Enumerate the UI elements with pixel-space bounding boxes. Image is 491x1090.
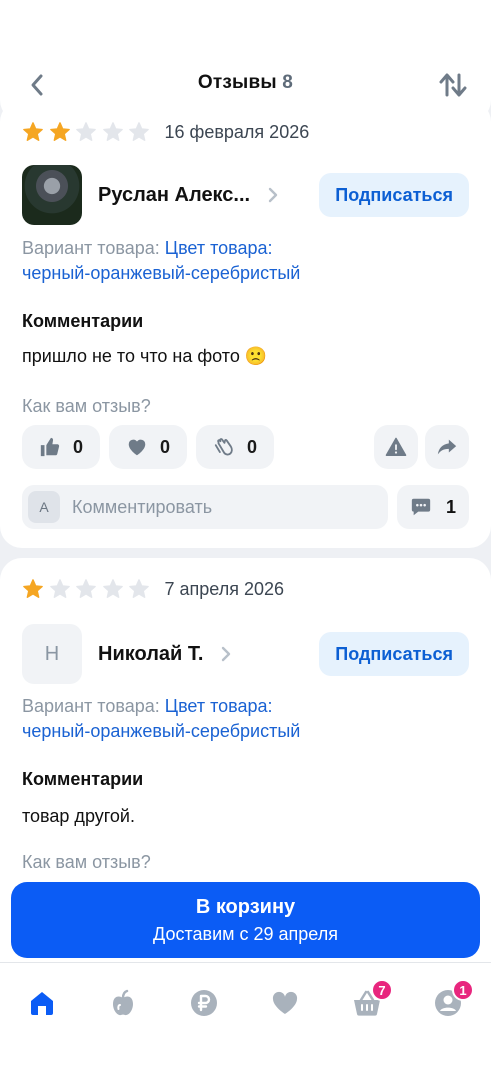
avatar[interactable] <box>22 165 82 225</box>
chat-bubble-icon <box>411 498 431 516</box>
subscribe-button[interactable]: Подписаться <box>319 632 469 676</box>
variant-label: Вариант товара: <box>22 696 160 716</box>
rating-row: 16 февраля 2026 <box>22 120 309 144</box>
tab-cart[interactable]: 7 <box>345 979 393 1025</box>
star-filled-icon <box>23 122 43 141</box>
add-to-cart-label: В корзину <box>195 895 296 918</box>
review-date: 16 февраля 2026 <box>164 121 310 142</box>
tab-finance[interactable] <box>182 981 226 1025</box>
star-empty-icon <box>129 579 149 598</box>
heart-count: 0 <box>159 436 170 457</box>
top-bar: Отзывы 8 <box>0 0 491 122</box>
star-filled-icon <box>23 579 43 598</box>
variant-value[interactable]: Цвет товара: <box>165 696 273 716</box>
cart-panel: В корзину Доставим с 29 апреля <box>0 872 491 968</box>
tab-favorites[interactable] <box>263 981 307 1025</box>
review-card: 16 февраля 2026 Руслан Алекс... Подписат… <box>0 100 491 548</box>
variant-label: Вариант товара: <box>22 238 160 258</box>
comment-input[interactable]: А Комментировать <box>22 485 388 529</box>
clapping-hands-icon <box>214 438 233 456</box>
apple-icon <box>113 989 133 1016</box>
star-empty-icon <box>76 579 96 598</box>
star-empty-icon <box>102 579 123 598</box>
author-row: Руслан Алекс... Подписаться <box>22 165 469 225</box>
page-title-text: Отзывы <box>197 72 277 93</box>
star-empty-icon <box>129 122 149 141</box>
author-name[interactable]: Николай Т. <box>98 643 203 666</box>
variant-value-color[interactable]: черный-оранжевый-серебристый <box>22 721 300 741</box>
star-empty-icon <box>102 122 123 141</box>
author-name[interactable]: Руслан Алекс... <box>98 184 250 207</box>
rating-stars <box>22 121 155 143</box>
add-to-cart-button[interactable]: В корзину Доставим с 29 апреля <box>11 882 480 958</box>
like-count: 0 <box>72 436 83 457</box>
star-empty-icon <box>76 122 96 141</box>
clap-count: 0 <box>246 436 257 457</box>
heart-icon <box>128 439 146 456</box>
tab-profile[interactable]: 1 <box>426 979 474 1025</box>
review-date: 7 апреля 2026 <box>164 578 285 599</box>
star-empty-icon <box>49 579 70 598</box>
review-comment: пришло не то что на фото 🙁 <box>22 346 268 366</box>
review-comment: товар другой. <box>22 806 135 826</box>
product-variant: Вариант товара: Цвет товара: черный-оран… <box>22 236 469 286</box>
reactions-row: 0 0 0 <box>22 425 469 469</box>
chevron-right-icon <box>268 187 278 203</box>
variant-value-color[interactable]: черный-оранжевый-серебристый <box>22 263 300 283</box>
share-arrow-icon <box>437 439 457 455</box>
comment-input-placeholder: Комментировать <box>72 496 213 517</box>
profile-notification-badge: 1 <box>452 979 474 1001</box>
comments-button[interactable]: 1 <box>397 485 469 529</box>
comment-section-title: Комментарии <box>22 769 144 789</box>
page-title: Отзывы 8 <box>0 72 491 94</box>
review-count: 8 <box>282 72 294 93</box>
comments-count: 1 <box>445 496 456 517</box>
comment-section-title: Комментарии <box>22 311 144 331</box>
report-button[interactable] <box>374 425 418 469</box>
delivery-date: Доставим с 29 апреля <box>153 923 338 944</box>
product-variant: Вариант товара: Цвет товара: черный-оран… <box>22 694 469 744</box>
rating-stars <box>22 578 155 600</box>
star-filled-icon <box>49 122 70 141</box>
like-button[interactable]: 0 <box>22 425 100 469</box>
bottom-tab-bar: 7 1 <box>0 962 491 1090</box>
thumbs-up-icon <box>40 437 60 457</box>
warning-icon <box>385 437 407 456</box>
author-row: Н Николай Т. Подписаться <box>22 624 469 684</box>
subscribe-button[interactable]: Подписаться <box>319 173 469 217</box>
feedback-question: Как вам отзыв? <box>22 852 151 872</box>
rating-row: 7 апреля 2026 <box>22 577 284 601</box>
share-button[interactable] <box>425 425 469 469</box>
heart-reaction-button[interactable]: 0 <box>109 425 187 469</box>
cart-count-badge: 7 <box>371 979 393 1001</box>
ruble-coin-icon <box>191 990 217 1016</box>
user-initial-badge: А <box>28 491 60 523</box>
variant-value[interactable]: Цвет товара: <box>165 238 273 258</box>
home-icon <box>31 992 53 1015</box>
chevron-right-icon <box>222 646 231 662</box>
clap-button[interactable]: 0 <box>196 425 274 469</box>
heart-icon <box>272 991 298 1014</box>
sort-arrows-icon <box>439 73 467 97</box>
tab-catalog[interactable] <box>101 981 145 1025</box>
avatar[interactable]: Н <box>22 624 82 684</box>
tab-home[interactable] <box>20 981 64 1025</box>
feedback-question: Как вам отзыв? <box>22 396 151 416</box>
sort-button[interactable] <box>437 70 469 100</box>
